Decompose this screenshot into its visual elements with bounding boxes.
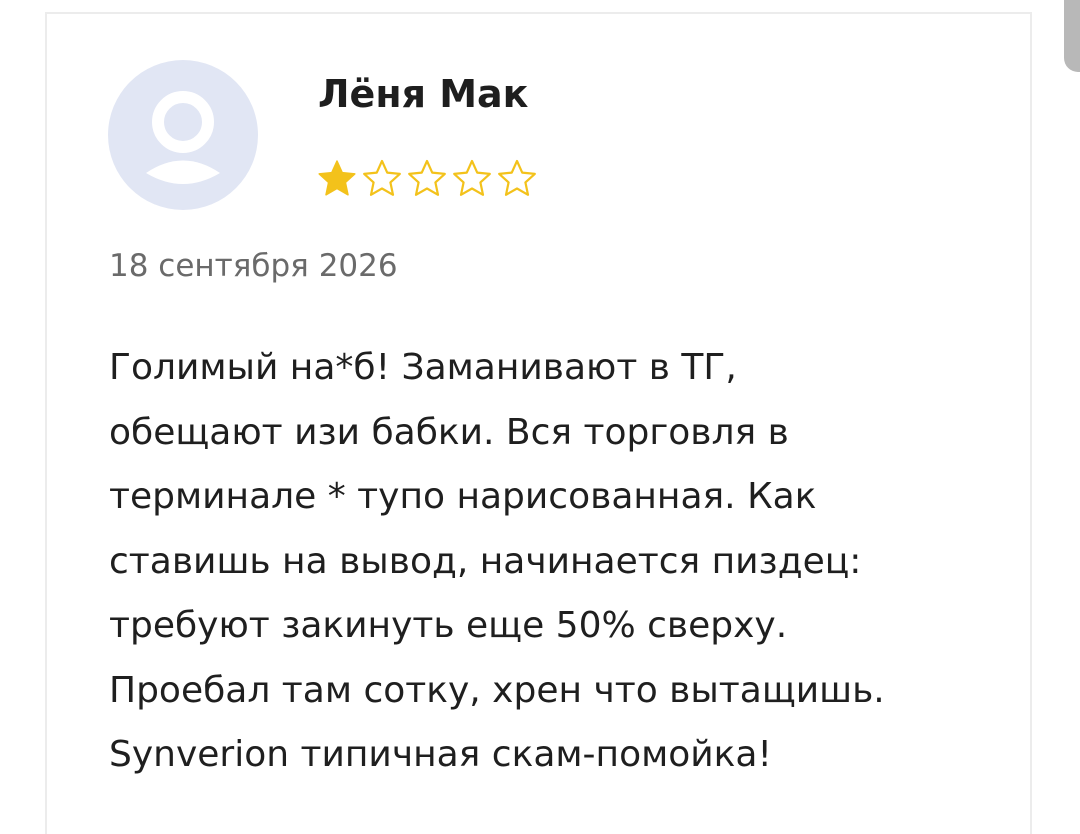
- review-text-line: обещают изи бабки. Вся торговля в: [109, 411, 789, 453]
- review-text-line: терминале * тупо нарисованная. Как: [109, 476, 817, 517]
- review-text-line: требуют закинуть еще 50% сверху.: [109, 605, 788, 646]
- star-outline-icon: [363, 159, 401, 196]
- review-text-line: Synverion типичная скам-помойка!: [109, 734, 772, 775]
- avatar: [108, 60, 258, 210]
- review-text: Голимый на*б! Заманивают в ТГ, обещают и…: [109, 336, 989, 788]
- star-rating: [316, 158, 538, 198]
- review-text-line: Проебал там сотку, хрен что вытащишь.: [109, 669, 885, 711]
- review-date: 18 сентября 2026: [109, 248, 398, 284]
- star-outline-icon: [408, 159, 446, 196]
- review-text-line: ставишь на вывод, начинается пиздец:: [109, 540, 862, 582]
- star-outline-icon: [453, 159, 491, 196]
- page: Лёня Мак 18 сентября 2026 Голимый на*б! …: [0, 0, 1080, 834]
- review-text-line: Голимый на*б! Заманивают в ТГ,: [109, 347, 737, 388]
- author-name: Лёня Мак: [318, 72, 529, 116]
- scrollbar-handle[interactable]: [1064, 0, 1080, 72]
- star-outline-icon: [498, 159, 536, 196]
- star-filled-icon: [318, 160, 356, 196]
- user-placeholder-icon: [108, 60, 258, 210]
